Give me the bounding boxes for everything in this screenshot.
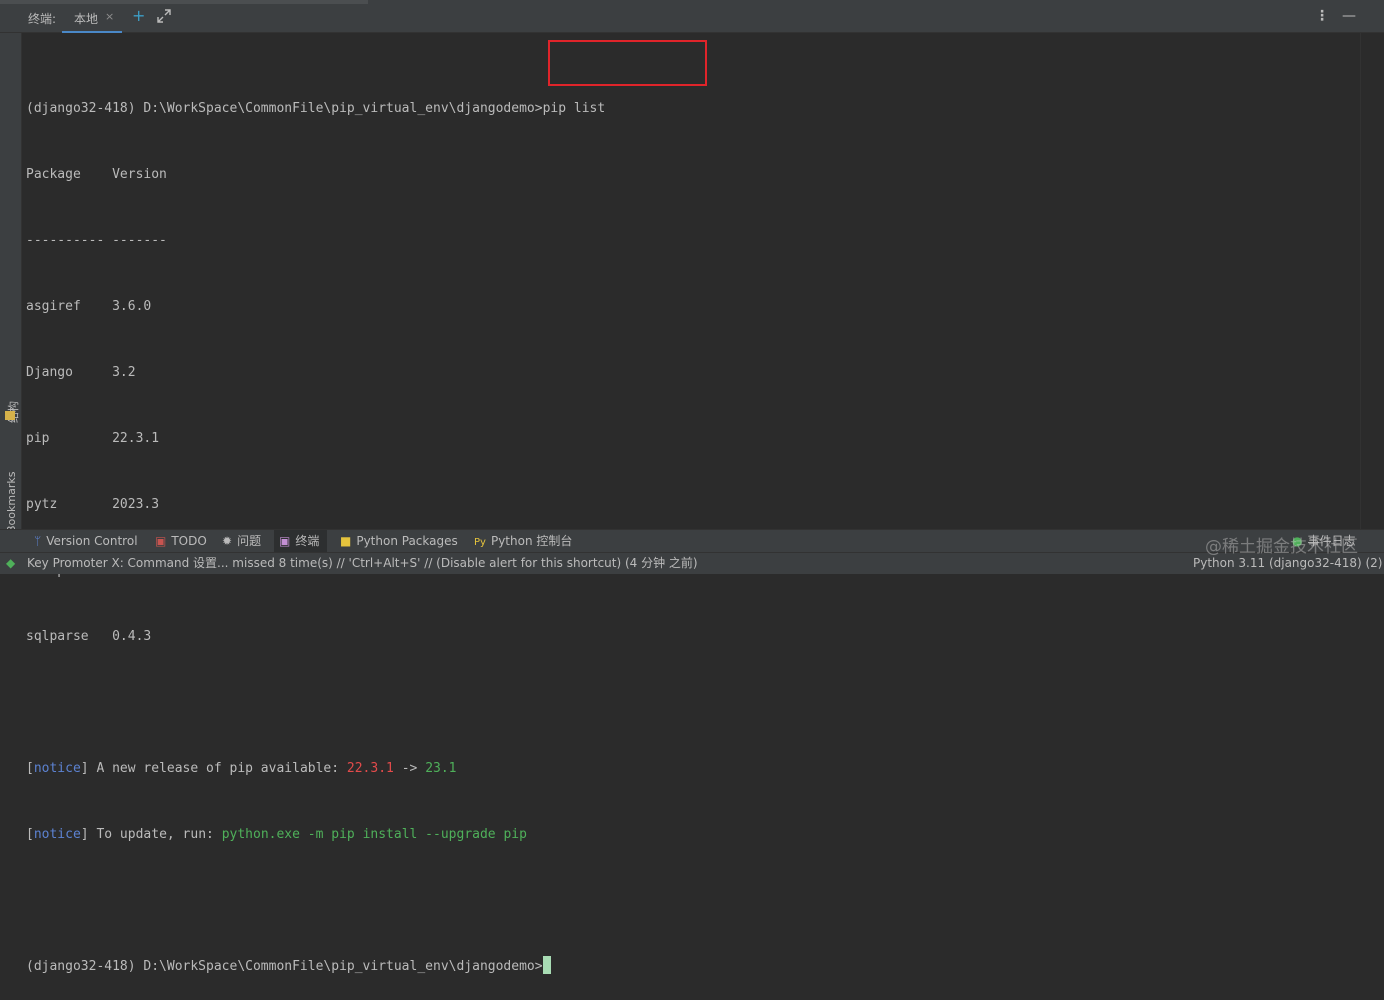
table-row: pip 22.3.1 [26, 431, 160, 446]
notice-tag: notice [33, 761, 81, 776]
terminal-icon: ▣ [279, 534, 291, 548]
bracket-open: [ [26, 761, 34, 776]
left-tool-strip: 结构 Bookmarks [0, 33, 22, 548]
python-console-label: Python 控制台 [490, 534, 573, 548]
status-bar: ◆ Key Promoter X: Command 设置... missed 8… [0, 552, 1384, 574]
top-strip [0, 0, 368, 4]
branch-icon: ᛘ [34, 534, 42, 548]
highlight-box [548, 40, 707, 86]
new-version: 23.1 [425, 761, 457, 776]
packages-icon: ■ [340, 534, 352, 548]
prompt: (django32-418) D:\WorkSpace\CommonFile\p… [26, 101, 543, 116]
table-row: Django 3.2 [26, 365, 136, 380]
bracket-open: [ [26, 827, 34, 842]
arrow: -> [393, 761, 426, 776]
bracket-close: ] [80, 827, 89, 842]
tab-local[interactable]: 本地 × [62, 4, 122, 33]
python-console-icon: Py [474, 537, 486, 548]
text-cursor [542, 956, 551, 974]
notice-line: [notice] A new release of pip available:… [26, 758, 1346, 780]
key-promoter-icon[interactable]: ◆ [6, 553, 15, 574]
command: pip list [542, 101, 606, 116]
python-packages-button[interactable]: ■ Python Packages [340, 530, 458, 553]
table-separator: ---------- ------- [26, 233, 167, 248]
more-options-icon[interactable]: ⋮ [1315, 8, 1329, 24]
table-row: sqlparse 0.4.3 [26, 629, 152, 644]
prompt: (django32-418) D:\WorkSpace\CommonFile\p… [26, 959, 543, 974]
table-row: pytz 2023.3 [26, 497, 160, 512]
notice-text: A new release of pip available: [88, 761, 347, 776]
expand-icon[interactable] [157, 9, 171, 23]
notice-text: To update, run: [88, 827, 222, 842]
scrollbar[interactable] [1360, 33, 1384, 529]
notice-tag: notice [33, 827, 81, 842]
upgrade-command[interactable]: python.exe -m pip install --upgrade pip [222, 827, 527, 842]
bookmarks-tool-button[interactable]: Bookmarks [5, 472, 18, 533]
command-line: (django32-418) D:\WorkSpace\CommonFile\p… [26, 98, 1346, 120]
add-tab-button[interactable]: + [132, 6, 145, 25]
todo-button[interactable]: ▣ TODO [155, 530, 207, 553]
table-row: asgiref 3.6.0 [26, 299, 152, 314]
terminal-header: 终端: 本地 × + ⋮ — [0, 0, 1384, 33]
version-control-label: Version Control [46, 534, 138, 548]
problems-label: 问题 [237, 534, 262, 548]
todo-icon: ▣ [155, 534, 167, 548]
bracket-close: ] [80, 761, 89, 776]
python-packages-label: Python Packages [356, 534, 458, 548]
panel-title: 终端: [28, 12, 57, 26]
terminal-button[interactable]: ▣ 终端 [274, 530, 328, 553]
structure-icon [5, 411, 15, 420]
python-console-button[interactable]: Py Python 控制台 [474, 530, 572, 553]
old-version: 22.3.1 [346, 761, 394, 776]
final-prompt-line[interactable]: (django32-418) D:\WorkSpace\CommonFile\p… [26, 956, 1346, 978]
problems-icon: ✹ [222, 534, 233, 548]
terminal-output[interactable]: (django32-418) D:\WorkSpace\CommonFile\p… [26, 54, 1346, 1000]
table-header: Package Version [26, 167, 167, 182]
minimize-icon[interactable]: — [1342, 8, 1356, 24]
tool-window-bar: ᛘ Version Control ▣ TODO ✹ 问题 ▣ 终端 ■ Python P… [0, 529, 1384, 553]
status-message[interactable]: Key Promoter X: Command 设置... missed 8 t… [27, 553, 698, 574]
version-control-button[interactable]: ᛘ Version Control [34, 530, 138, 553]
todo-label: TODO [171, 534, 207, 548]
watermark: @稀土掘金技术社区 [1205, 537, 1358, 557]
problems-button[interactable]: ✹ 问题 [222, 530, 261, 553]
close-icon[interactable]: × [105, 10, 114, 23]
tab-label: 本地 [74, 12, 99, 26]
terminal-label: 终端 [295, 534, 320, 548]
notice-line: [notice] To update, run: python.exe -m p… [26, 824, 1346, 846]
